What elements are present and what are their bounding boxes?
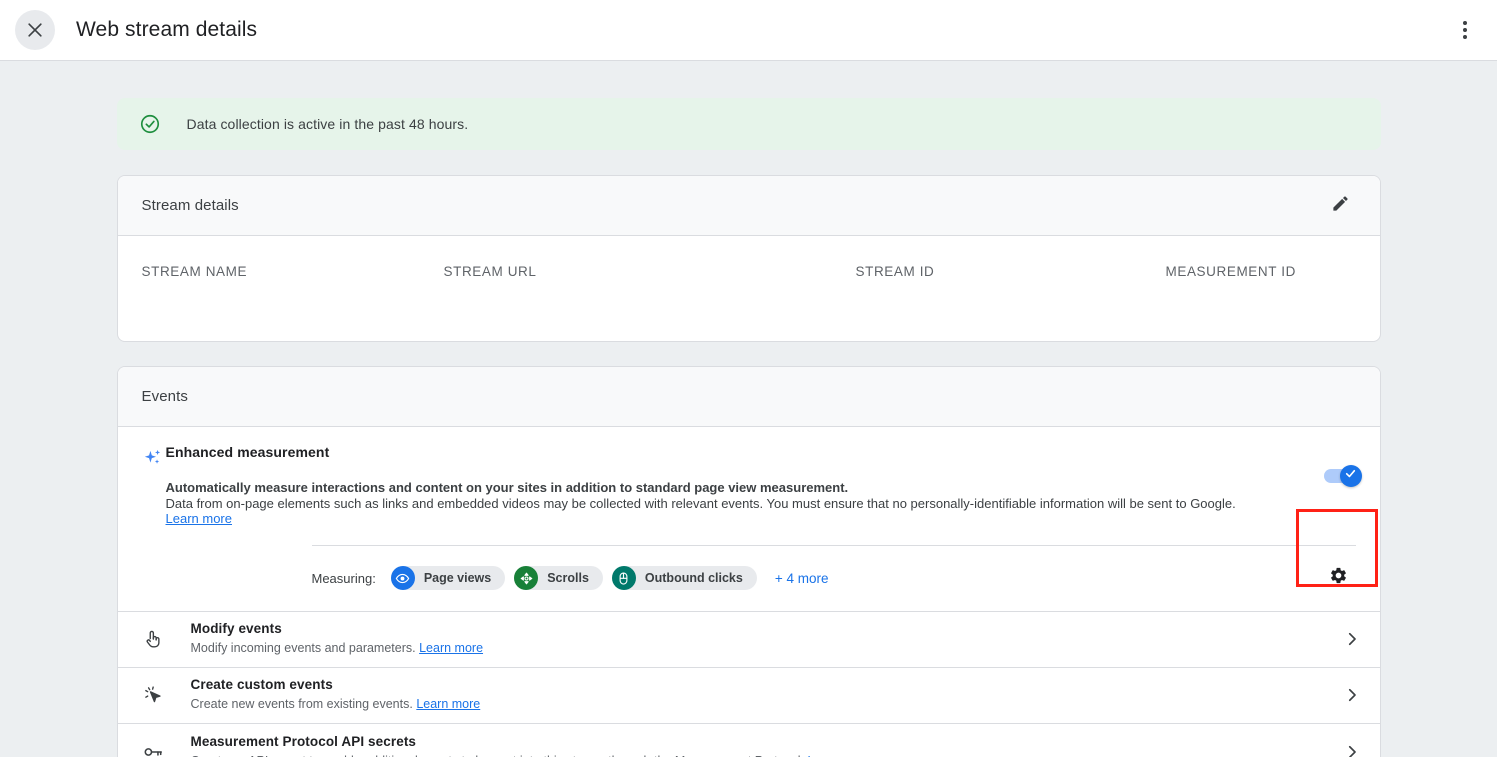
column-header-stream-name: STREAM NAME <box>141 264 248 279</box>
stream-details-table: STREAM NAME STREAM URL STREAM ID MEASURE… <box>118 236 1380 341</box>
check-icon <box>1344 467 1357 485</box>
column-header-stream-id: STREAM ID <box>855 264 935 279</box>
content-wrapper: Data collection is active in the past 48… <box>116 98 1381 757</box>
chevron-right-icon[interactable] <box>1324 630 1380 648</box>
list-item-create-custom-events[interactable]: Create custom events Create new events f… <box>117 668 1380 724</box>
chip-page-views[interactable]: Page views <box>390 566 506 591</box>
enhanced-measurement-toggle-cell <box>1323 465 1362 487</box>
enhanced-measurement-section: Enhanced measurement Automatically measu… <box>117 427 1380 612</box>
close-button[interactable] <box>15 10 55 50</box>
chip-label-page-views: Page views <box>423 571 492 586</box>
edit-stream-details-button[interactable] <box>1321 186 1361 226</box>
events-header: Events <box>117 367 1380 427</box>
measuring-label: Measuring: <box>311 570 376 586</box>
chip-scrolls[interactable]: Scrolls <box>514 566 603 591</box>
enhanced-measurement-desc-bold: Automatically measure interactions and c… <box>165 480 849 495</box>
measuring-row: Measuring: Page views Scrolls Outbound c… <box>118 508 1380 611</box>
page-content: Data collection is active in the past 48… <box>0 61 1497 757</box>
chip-label-outbound-clicks: Outbound clicks <box>644 571 743 586</box>
chip-outbound-clicks[interactable]: Outbound clicks <box>611 566 757 591</box>
more-options-button[interactable] <box>1447 12 1483 48</box>
toggle-knob <box>1339 465 1362 487</box>
check-circle-icon <box>139 113 161 135</box>
list-item-title-measurement-protocol: Measurement Protocol API secrets <box>190 733 417 749</box>
events-card: Events Enhanced measurement Automaticall… <box>116 366 1381 757</box>
list-item-title-modify-events: Modify events <box>190 621 282 637</box>
column-header-stream-url: STREAM URL <box>443 264 537 279</box>
list-item-modify-events[interactable]: Modify events Modify incoming events and… <box>117 612 1380 668</box>
list-item-measurement-protocol-content: Measurement Protocol API secrets Create … <box>166 734 1324 757</box>
scroll-icon <box>514 566 539 591</box>
stream-details-header: Stream details <box>117 176 1380 236</box>
list-item-modify-events-content: Modify events Modify incoming events and… <box>166 621 1324 657</box>
eye-icon <box>390 566 415 591</box>
events-title: Events <box>141 388 188 405</box>
enhanced-measurement-learn-more-link[interactable]: Learn more <box>166 511 232 526</box>
stream-details-title: Stream details <box>141 197 239 214</box>
enhanced-measurement-toggle[interactable] <box>1323 465 1362 487</box>
list-item-sub-text-modify-events: Modify incoming events and parameters. <box>190 641 420 656</box>
more-vert-icon <box>1463 21 1467 39</box>
sparkle-icon <box>118 444 166 527</box>
column-header-measurement-id: MEASUREMENT ID <box>1165 264 1296 279</box>
enhanced-measurement-settings-cell <box>1319 558 1359 598</box>
stream-details-card: Stream details STREAM NAME STREAM URL ST… <box>116 175 1381 342</box>
list-item-title-create-custom-events: Create custom events <box>190 677 333 693</box>
list-item-create-custom-events-content: Create custom events Create new events f… <box>166 677 1324 713</box>
status-banner-text: Data collection is active in the past 48… <box>186 116 469 132</box>
click-cursor-icon <box>118 684 166 706</box>
list-item-sub-text-create-custom-events: Create new events from existing events. <box>190 697 417 712</box>
mouse-icon <box>611 566 636 591</box>
chip-label-scrolls: Scrolls <box>547 571 589 586</box>
enhanced-measurement-settings-button[interactable] <box>1319 558 1359 598</box>
close-icon <box>25 20 45 40</box>
app-bar: Web stream details <box>0 0 1497 61</box>
chevron-right-icon[interactable] <box>1324 686 1380 704</box>
list-item-sub-modify-events: Modify incoming events and parameters. L… <box>191 641 484 655</box>
learn-more-link-modify-events[interactable]: Learn more <box>419 641 483 655</box>
enhanced-measurement-desc-regular: Data from on-page elements such as links… <box>165 495 1236 511</box>
status-banner: Data collection is active in the past 48… <box>116 98 1381 150</box>
enhanced-measurement-description: Automatically measure interactions and c… <box>166 480 1252 527</box>
key-icon <box>118 741 166 757</box>
chevron-right-icon[interactable] <box>1324 743 1380 757</box>
gear-icon <box>1329 566 1348 590</box>
list-item-measurement-protocol-api-secrets[interactable]: Measurement Protocol API secrets Create … <box>118 724 1380 757</box>
edit-pencil-icon <box>1331 194 1350 218</box>
measuring-more-link[interactable]: + 4 more <box>775 571 829 586</box>
learn-more-link-create-custom-events[interactable]: Learn more <box>416 697 480 711</box>
list-item-sub-create-custom-events: Create new events from existing events. … <box>191 697 481 711</box>
tap-gesture-icon <box>118 628 166 650</box>
page-title: Web stream details <box>76 18 258 41</box>
enhanced-measurement-title: Enhanced measurement <box>165 444 330 460</box>
